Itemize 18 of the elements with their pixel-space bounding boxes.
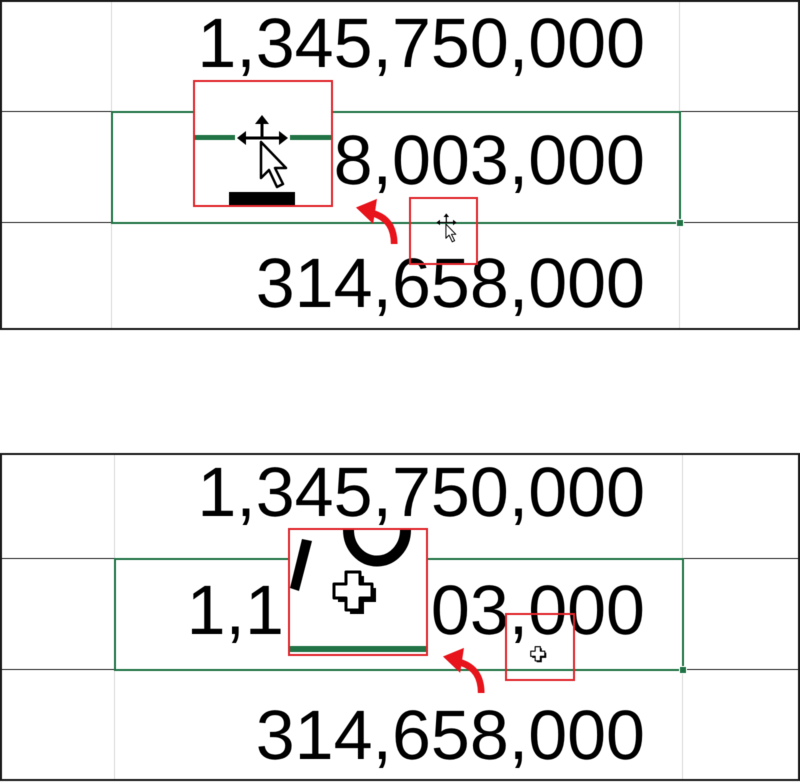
cell-value: 314,658,000: [256, 700, 645, 770]
move-cursor-icon: [436, 213, 457, 243]
cell-value: 314,658,000: [256, 248, 645, 318]
move-cursor-icon: [236, 114, 289, 190]
cell-value: 1,345,750,000: [197, 457, 645, 527]
cell-value: 8,003,000: [334, 125, 645, 195]
fill-handle[interactable]: [679, 666, 687, 674]
slanted-bar-drawing: [290, 539, 312, 591]
arc-fragment-drawing: [343, 530, 411, 567]
bar-fragment-drawing: [229, 192, 295, 205]
curved-arrow: [355, 197, 398, 245]
cell-value: 03,000: [430, 575, 645, 645]
plus-cursor-icon: [332, 570, 378, 616]
fill-handle[interactable]: [676, 219, 684, 227]
curved-arrow: [442, 646, 485, 694]
cell-value: 1,1: [186, 575, 284, 645]
cell-value: 1,345,750,000: [197, 8, 645, 78]
plus-cursor-icon: [530, 646, 547, 663]
